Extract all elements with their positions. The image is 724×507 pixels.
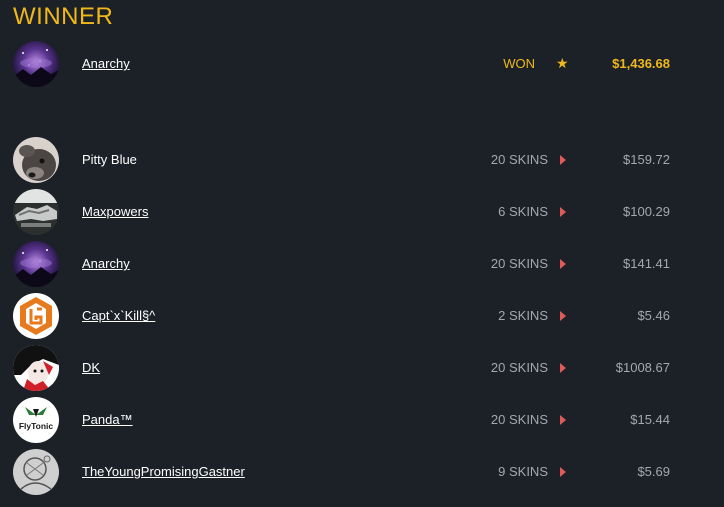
player-row: TheYoungPromisingGastner 9 SKINS $5.69 xyxy=(0,449,724,497)
sketch-avatar-icon[interactable] xyxy=(13,449,59,495)
dog-avatar-icon[interactable] xyxy=(13,137,59,183)
player-value: $1008.67 xyxy=(615,360,670,375)
winner-amount: $1,436.68 xyxy=(612,56,670,71)
winner-name[interactable]: Anarchy xyxy=(82,56,130,72)
player-row: FlyTonic Panda™ 20 SKINS $15.44 xyxy=(0,397,724,445)
player-row: Capt`x`Kill§^ 2 SKINS $5.46 xyxy=(0,293,724,341)
orange-logo-avatar-icon[interactable] xyxy=(13,293,59,339)
titan-avatar-icon[interactable] xyxy=(13,189,59,235)
player-name: Pitty Blue xyxy=(82,152,137,167)
winner-row: Anarchy WON ★ $1,436.68 xyxy=(0,41,724,89)
player-value: $15.44 xyxy=(630,412,670,427)
player-row: DK 20 SKINS $1008.67 xyxy=(0,345,724,393)
caret-right-icon[interactable] xyxy=(560,155,566,165)
player-value: $141.41 xyxy=(623,256,670,271)
caret-right-icon[interactable] xyxy=(560,363,566,373)
star-icon: ★ xyxy=(556,55,569,71)
player-name[interactable]: Maxpowers xyxy=(82,204,148,220)
caret-right-icon[interactable] xyxy=(560,415,566,425)
player-row: Pitty Blue 20 SKINS $159.72 xyxy=(0,137,724,185)
won-label: WON xyxy=(503,56,535,71)
player-value: $5.46 xyxy=(637,308,670,323)
player-value: $5.69 xyxy=(637,464,670,479)
caret-right-icon[interactable] xyxy=(560,207,566,217)
skins-count: 2 SKINS xyxy=(498,308,548,323)
player-value: $100.29 xyxy=(623,204,670,219)
jackpot-round-panel: WINNER Anarchy WON ★ $1,436.68 Pitty Blu… xyxy=(0,0,724,507)
skins-count: 6 SKINS xyxy=(498,204,548,219)
skins-count: 20 SKINS xyxy=(490,360,548,375)
player-row: Maxpowers 6 SKINS $100.29 xyxy=(0,189,724,237)
skins-count: 20 SKINS xyxy=(490,256,548,271)
skins-count: 20 SKINS xyxy=(490,152,548,167)
player-name[interactable]: Anarchy xyxy=(82,256,130,272)
galaxy-avatar-icon[interactable] xyxy=(13,41,59,87)
player-name[interactable]: Capt`x`Kill§^ xyxy=(82,308,155,324)
caret-right-icon[interactable] xyxy=(560,259,566,269)
caret-right-icon[interactable] xyxy=(560,467,566,477)
player-name[interactable]: DK xyxy=(82,360,100,376)
winner-heading: WINNER xyxy=(13,3,114,30)
player-name[interactable]: Panda™ xyxy=(82,412,133,428)
player-name[interactable]: TheYoungPromisingGastner xyxy=(82,464,245,480)
red-portrait-avatar-icon[interactable] xyxy=(13,345,59,391)
flytonic-avatar-icon[interactable]: FlyTonic xyxy=(13,397,59,443)
galaxy-avatar-icon[interactable] xyxy=(13,241,59,287)
player-value: $159.72 xyxy=(623,152,670,167)
flytonic-text: FlyTonic xyxy=(19,421,54,431)
skins-count: 9 SKINS xyxy=(498,464,548,479)
player-row: Anarchy 20 SKINS $141.41 xyxy=(0,241,724,289)
caret-right-icon[interactable] xyxy=(560,311,566,321)
skins-count: 20 SKINS xyxy=(490,412,548,427)
